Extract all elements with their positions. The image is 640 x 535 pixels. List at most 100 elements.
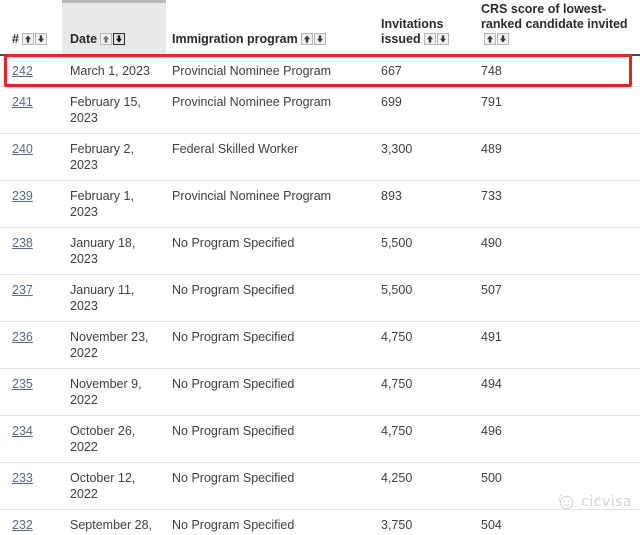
sort-ascending-icon[interactable]: [484, 32, 496, 45]
column-header-number: #: [0, 1, 62, 56]
cell-draw-number: 237: [0, 274, 62, 322]
table-row: 235 November 9, 2022 No Program Specified 4…: [0, 368, 640, 416]
cell-immigration-program: Provincial Nominee Program: [166, 86, 376, 134]
column-header-immigration-program-label: Immigration program: [172, 31, 298, 46]
draw-number-link[interactable]: 240: [12, 142, 33, 156]
column-header-crs-score: CRS score of lowest-ranked candidate inv…: [476, 1, 640, 56]
table-row: 239 February 1, 2023 Provincial Nominee Pr…: [0, 180, 640, 228]
cell-draw-number: 241: [0, 86, 62, 134]
cell-crs-score: 504: [476, 509, 640, 535]
cell-crs-score: 494: [476, 368, 640, 416]
table-body: 242 March 1, 2023 Provincial Nominee Progr…: [0, 54, 640, 535]
cell-crs-score: 507: [476, 274, 640, 322]
cell-crs-score: 733: [476, 180, 640, 228]
draw-number-link[interactable]: 235: [12, 377, 33, 391]
table-row: 232 September 28, 2022No Program Specifie…: [0, 509, 640, 535]
cell-immigration-program: Provincial Nominee Program: [166, 180, 376, 228]
cell-invitations-issued: 5,500: [376, 227, 476, 275]
cell-crs-score: 489: [476, 133, 640, 181]
express-entry-draw-table: # Date Immigration program Invitations i…: [0, 0, 640, 535]
cell-date: November 23, 2022: [62, 321, 166, 369]
table-row: 242 March 1, 2023 Provincial Nominee Progr…: [0, 54, 640, 87]
draw-number-link[interactable]: 238: [12, 236, 33, 250]
cell-immigration-program: Provincial Nominee Program: [166, 54, 376, 87]
cell-draw-number: 235: [0, 368, 62, 416]
draw-number-link[interactable]: 239: [12, 189, 33, 203]
column-header-date-label: Date: [70, 31, 98, 46]
cell-crs-score: 748: [476, 54, 640, 87]
cell-invitations-issued: 5,500: [376, 274, 476, 322]
column-header-crs-score-label: CRS score of lowest-ranked candidate inv…: [481, 1, 628, 31]
table-header: # Date Immigration program Invitations i…: [0, 0, 640, 56]
draw-number-link[interactable]: 232: [12, 518, 33, 532]
cell-date: February 15, 2023: [62, 86, 166, 134]
sort-ascending-icon[interactable]: [21, 32, 34, 45]
cell-date: February 1, 2023: [62, 180, 166, 228]
cell-date: November 9, 2022: [62, 368, 166, 416]
cell-immigration-program: No Program Specified: [166, 227, 376, 275]
cell-draw-number: 233: [0, 462, 62, 510]
sort-descending-icon[interactable]: [113, 32, 126, 45]
cell-date: September 28, 2022: [62, 509, 166, 535]
column-header-date: Date: [62, 0, 166, 56]
cell-invitations-issued: 699: [376, 86, 476, 134]
draw-number-link[interactable]: 234: [12, 424, 33, 438]
table-row: 238 January 18, 2023 No Program Specified 5…: [0, 227, 640, 275]
sort-descending-icon[interactable]: [497, 32, 509, 45]
cell-immigration-program: No Program Specified: [166, 462, 376, 510]
draw-number-link[interactable]: 233: [12, 471, 33, 485]
draw-number-link[interactable]: 236: [12, 330, 33, 344]
cell-immigration-program: No Program Specified: [166, 509, 376, 535]
column-header-invitations-issued: Invitations issued: [376, 1, 476, 56]
cell-draw-number: 236: [0, 321, 62, 369]
column-header-number-label: #: [12, 31, 19, 46]
sort-ascending-icon[interactable]: [100, 32, 113, 45]
sort-descending-icon[interactable]: [436, 32, 449, 45]
cell-invitations-issued: 667: [376, 54, 476, 87]
table-row: 234 October 26, 2022 No Program Specified 4…: [0, 415, 640, 463]
sort-controls-immigration-program: [300, 32, 326, 45]
cell-crs-score: 496: [476, 415, 640, 463]
screenshot-root: # Date Immigration program Invitations i…: [0, 0, 640, 535]
cell-immigration-program: Federal Skilled Worker: [166, 133, 376, 181]
sort-ascending-icon[interactable]: [300, 32, 313, 45]
draw-number-link[interactable]: 242: [12, 64, 33, 78]
cell-invitations-issued: 3,300: [376, 133, 476, 181]
cell-immigration-program: No Program Specified: [166, 321, 376, 369]
cell-draw-number: 242: [0, 54, 62, 87]
cell-immigration-program: No Program Specified: [166, 274, 376, 322]
table-row: 236 November 23, 2022 No Program Specified…: [0, 321, 640, 369]
sort-descending-icon[interactable]: [313, 32, 326, 45]
cell-draw-number: 238: [0, 227, 62, 275]
draw-number-link[interactable]: 237: [12, 283, 33, 297]
table-row: 237 January 11, 2023 No Program Specified 5…: [0, 274, 640, 322]
cell-crs-score: 500: [476, 462, 640, 510]
cell-date: February 2, 2023: [62, 133, 166, 181]
sort-controls-date: [100, 32, 126, 45]
cell-crs-score: 791: [476, 86, 640, 134]
sort-controls-crs-score: [484, 32, 509, 45]
sort-ascending-icon[interactable]: [423, 32, 436, 45]
cell-date: March 1, 2023: [62, 54, 166, 87]
cell-invitations-issued: 4,750: [376, 321, 476, 369]
cell-invitations-issued: 3,750: [376, 509, 476, 535]
cell-crs-score: 491: [476, 321, 640, 369]
cell-immigration-program: No Program Specified: [166, 415, 376, 463]
cell-draw-number: 239: [0, 180, 62, 228]
table-header-row: # Date Immigration program Invitations i…: [0, 0, 640, 56]
cell-draw-number: 232: [0, 509, 62, 535]
cell-date: October 12, 2022: [62, 462, 166, 510]
draw-number-link[interactable]: 241: [12, 95, 33, 109]
cell-date: January 11, 2023: [62, 274, 166, 322]
sort-descending-icon[interactable]: [34, 32, 47, 45]
column-header-immigration-program: Immigration program: [166, 1, 376, 56]
cell-invitations-issued: 4,250: [376, 462, 476, 510]
sort-controls-invitations-issued: [423, 32, 449, 45]
cell-date: January 18, 2023: [62, 227, 166, 275]
sort-controls-number: [21, 32, 47, 45]
table-row: 240 February 2, 2023 Federal Skilled Worke…: [0, 133, 640, 181]
cell-invitations-issued: 893: [376, 180, 476, 228]
table-row: 241 February 15, 2023 Provincial Nominee P…: [0, 86, 640, 134]
cell-crs-score: 490: [476, 227, 640, 275]
cell-date: October 26, 2022: [62, 415, 166, 463]
